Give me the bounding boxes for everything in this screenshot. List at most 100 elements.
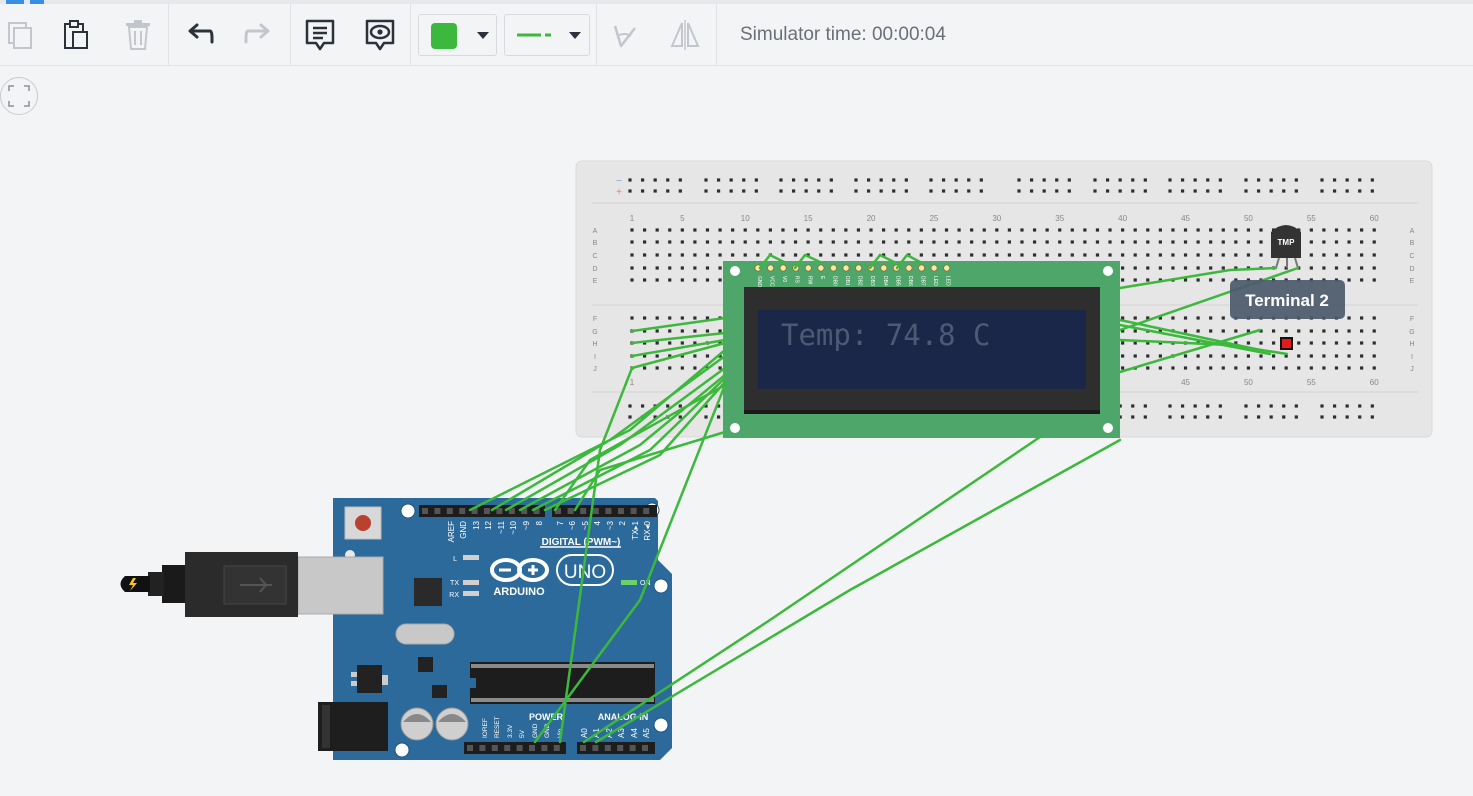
header-pin-hole[interactable] xyxy=(629,745,636,751)
breadboard-hole[interactable] xyxy=(995,278,999,282)
breadboard-hole[interactable] xyxy=(1322,366,1326,370)
breadboard-hole[interactable] xyxy=(668,253,672,257)
rail-hole[interactable] xyxy=(1370,189,1374,193)
lcd-pin[interactable] xyxy=(779,264,787,272)
breadboard-hole[interactable] xyxy=(1246,366,1251,370)
breadboard-hole[interactable] xyxy=(693,316,697,320)
wire[interactable] xyxy=(518,373,727,512)
rail-hole[interactable] xyxy=(1055,189,1059,193)
breadboard-hole[interactable] xyxy=(907,316,911,320)
breadboard-hole[interactable] xyxy=(1322,228,1326,232)
breadboard-hole[interactable] xyxy=(705,228,710,232)
rail-hole[interactable] xyxy=(892,404,896,408)
breadboard-hole[interactable] xyxy=(655,341,659,345)
breadboard-hole[interactable] xyxy=(680,278,684,282)
wire[interactable] xyxy=(594,438,1122,744)
wire[interactable] xyxy=(1118,338,1289,356)
rail-hole[interactable] xyxy=(1294,415,1298,419)
breadboard-hole[interactable] xyxy=(1095,366,1100,370)
breadboard-hole[interactable] xyxy=(693,240,697,244)
rail-hole[interactable] xyxy=(904,415,908,419)
breadboard-hole[interactable] xyxy=(919,341,923,345)
breadboard-hole[interactable] xyxy=(705,240,710,244)
rail-hole[interactable] xyxy=(804,415,808,419)
breadboard-hole[interactable] xyxy=(831,266,835,270)
rail-hole[interactable] xyxy=(1282,415,1286,419)
breadboard-hole[interactable] xyxy=(705,253,710,257)
rail-hole[interactable] xyxy=(1206,404,1210,408)
redo-button[interactable] xyxy=(230,4,286,65)
rail-hole[interactable] xyxy=(1067,415,1071,419)
rail-hole[interactable] xyxy=(640,415,645,419)
rail-hole[interactable] xyxy=(904,189,908,193)
breadboard-hole[interactable] xyxy=(1196,240,1200,244)
breadboard-hole[interactable] xyxy=(743,228,747,232)
rail-hole[interactable] xyxy=(1118,189,1122,193)
breadboard-hole[interactable] xyxy=(1108,341,1112,345)
rotate-button[interactable] xyxy=(596,4,652,65)
breadboard-hole[interactable] xyxy=(970,266,974,270)
rail-hole[interactable] xyxy=(804,178,808,182)
breadboard-hole[interactable] xyxy=(756,329,760,333)
breadboard-hole[interactable] xyxy=(932,266,936,270)
breadboard-hole[interactable] xyxy=(1158,278,1162,282)
breadboard-hole[interactable] xyxy=(894,228,898,232)
breadboard-hole[interactable] xyxy=(1284,341,1288,345)
wire[interactable] xyxy=(533,383,727,744)
rail-hole[interactable] xyxy=(1294,404,1298,408)
breadboard-hole[interactable] xyxy=(1347,253,1351,257)
breadboard-hole[interactable] xyxy=(882,316,886,320)
breadboard-hole[interactable] xyxy=(1183,278,1188,282)
breadboard-hole[interactable] xyxy=(1083,341,1087,345)
breadboard-hole[interactable] xyxy=(731,329,735,333)
breadboard-hole[interactable] xyxy=(743,253,747,257)
breadboard-hole[interactable] xyxy=(982,253,986,257)
breadboard-hole[interactable] xyxy=(655,354,659,358)
breadboard-hole[interactable] xyxy=(819,228,823,232)
breadboard-hole[interactable] xyxy=(982,228,986,232)
breadboard-hole[interactable] xyxy=(731,341,735,345)
breadboard-hole[interactable] xyxy=(1045,316,1049,320)
breadboard-hole[interactable] xyxy=(642,329,647,333)
rail-hole[interactable] xyxy=(941,415,946,419)
wire[interactable] xyxy=(1118,266,1278,290)
breadboard-hole[interactable] xyxy=(668,329,672,333)
rail-hole[interactable] xyxy=(1193,178,1197,182)
breadboard-hole[interactable] xyxy=(944,329,949,333)
rail-hole[interactable] xyxy=(1105,415,1110,419)
breadboard-hole[interactable] xyxy=(743,354,747,358)
rail-hole[interactable] xyxy=(1017,189,1021,193)
breadboard-hole[interactable] xyxy=(1334,341,1339,345)
rail-hole[interactable] xyxy=(1180,189,1185,193)
wire[interactable] xyxy=(630,316,727,333)
breadboard-hole[interactable] xyxy=(806,266,810,270)
rail-hole[interactable] xyxy=(1093,189,1097,193)
breadboard-hole[interactable] xyxy=(743,266,747,270)
breadboard-hole[interactable] xyxy=(1095,240,1100,244)
rail-hole[interactable] xyxy=(1118,404,1122,408)
breadboard-hole[interactable] xyxy=(944,253,949,257)
breadboard-hole[interactable] xyxy=(819,240,823,244)
breadboard-hole[interactable] xyxy=(1360,329,1364,333)
breadboard-hole[interactable] xyxy=(995,354,999,358)
rail-hole[interactable] xyxy=(1131,415,1135,419)
breadboard-hole[interactable] xyxy=(1360,341,1364,345)
rail-hole[interactable] xyxy=(854,404,858,408)
rail-hole[interactable] xyxy=(1244,178,1248,182)
rail-hole[interactable] xyxy=(892,415,896,419)
breadboard-hole[interactable] xyxy=(1032,278,1037,282)
breadboard-hole[interactable] xyxy=(1196,341,1200,345)
breadboard-hole[interactable] xyxy=(1334,266,1339,270)
breadboard-hole[interactable] xyxy=(1183,329,1188,333)
breadboard-hole[interactable] xyxy=(1246,266,1251,270)
breadboard-hole[interactable] xyxy=(1196,316,1200,320)
breadboard-hole[interactable] xyxy=(1058,253,1062,257)
rail-hole[interactable] xyxy=(716,178,721,182)
breadboard-hole[interactable] xyxy=(1133,240,1137,244)
rail-hole[interactable] xyxy=(879,178,883,182)
breadboard-hole[interactable] xyxy=(1297,366,1301,370)
breadboard-hole[interactable] xyxy=(718,228,722,232)
breadboard-hole[interactable] xyxy=(1045,354,1049,358)
breadboard-hole[interactable] xyxy=(781,253,785,257)
breadboard-hole[interactable] xyxy=(1221,228,1225,232)
